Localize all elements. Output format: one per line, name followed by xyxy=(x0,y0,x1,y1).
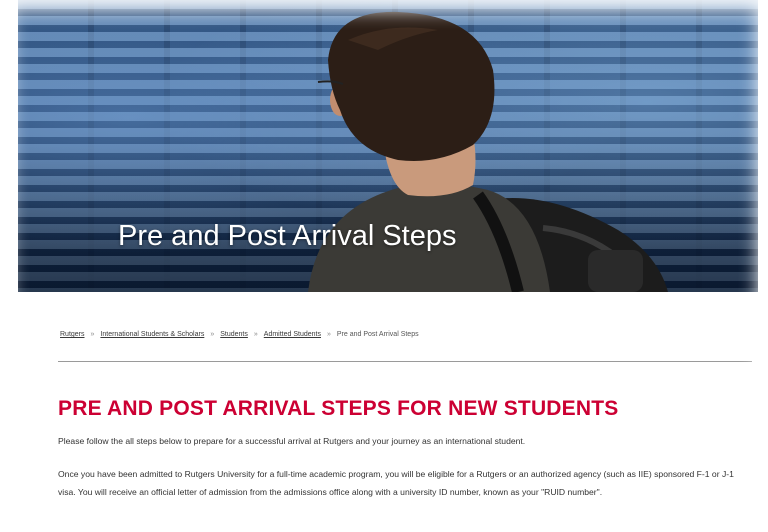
breadcrumb-current: Pre and Post Arrival Steps xyxy=(336,331,419,338)
breadcrumb-link-admitted-students[interactable]: Admitted Students xyxy=(264,331,321,338)
breadcrumb-separator: » xyxy=(326,331,331,338)
divider xyxy=(58,361,752,362)
breadcrumb-link-rutgers[interactable]: Rutgers xyxy=(60,331,85,338)
breadcrumb-link-international-students-scholars[interactable]: International Students & Scholars xyxy=(100,331,204,338)
breadcrumb-link-students[interactable]: Students xyxy=(220,331,248,338)
intro-paragraph: Please follow the all steps below to pre… xyxy=(58,436,526,446)
page-title: Pre and Post Arrival Steps xyxy=(118,220,457,252)
breadcrumb-separator: » xyxy=(90,331,95,338)
hero-banner: Pre and Post Arrival Steps xyxy=(18,0,758,292)
page: Pre and Post Arrival Steps Rutgers » Inter… xyxy=(0,0,768,532)
breadcrumb-separator: » xyxy=(253,331,258,338)
admission-paragraph: Once you have been admitted to Rutgers U… xyxy=(58,469,734,497)
breadcrumb: Rutgers » International Students & Scholar… xyxy=(60,331,419,338)
section-heading: PRE AND POST ARRIVAL STEPS FOR NEW STUDE… xyxy=(58,397,619,420)
breadcrumb-separator: » xyxy=(210,331,215,338)
